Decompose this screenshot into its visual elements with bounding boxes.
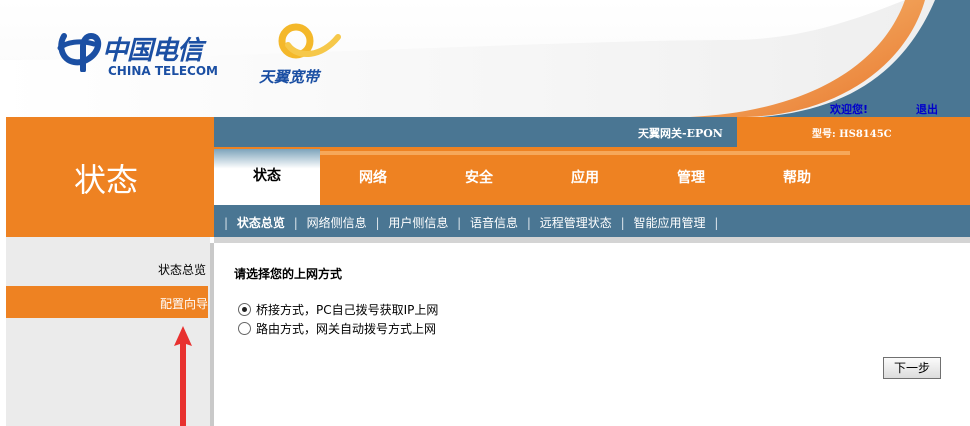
section-title-panel: 状态: [6, 117, 214, 237]
leftmenu-status-overview[interactable]: 状态总览: [158, 261, 206, 278]
model-box: 型号: HS8145C: [737, 117, 970, 147]
radio-bridge-mode[interactable]: [238, 303, 251, 316]
subnav-remote-mgmt-status[interactable]: 远程管理状态: [540, 216, 612, 230]
tab-security-label: 安全: [465, 170, 493, 186]
tab-help-label: 帮助: [783, 170, 811, 186]
welcome-text: 欢迎您!: [830, 103, 869, 116]
tianyi-logo-icon: [278, 23, 341, 59]
section-title: 状态: [74, 161, 139, 199]
brand-name-cn: 中国电信: [102, 36, 203, 66]
subnav-user-info[interactable]: 用户侧信息: [388, 216, 448, 230]
tab-application[interactable]: 应用: [532, 151, 638, 205]
tab-management[interactable]: 管理: [638, 151, 744, 205]
annotation-arrow-icon: [174, 326, 192, 426]
subnav-status-overview[interactable]: 状态总览: [237, 216, 285, 230]
option-route-label: 路由方式，网关自动拨号方式上网: [256, 322, 437, 336]
tab-help[interactable]: 帮助: [744, 151, 850, 205]
tab-network[interactable]: 网络: [320, 151, 426, 205]
brand-name-en: CHINA TELECOM: [108, 64, 218, 78]
content-panel: 请选择您的上网方式 桥接方式，PC自己拨号获取IP上网 路由方式，网关自动拨号方…: [214, 243, 970, 426]
content-title: 请选择您的上网方式: [234, 267, 343, 281]
header-banner: 中国电信 CHINA TELECOM 天翼宽带 欢迎您! 退出: [0, 0, 970, 117]
device-name: 天翼网关-EPON: [638, 127, 723, 140]
tab-status-label: 状态: [253, 168, 281, 184]
subnav-network-info[interactable]: 网络侧信息: [307, 216, 367, 230]
subnav-smart-app-mgmt[interactable]: 智能应用管理: [633, 216, 705, 230]
next-step-button[interactable]: 下一步: [883, 357, 941, 379]
option-bridge-label: 桥接方式，PC自己拨号获取IP上网: [256, 303, 439, 317]
main-nav: 状态 网络 安全 应用 管理 帮助: [214, 147, 970, 205]
china-telecom-logo-icon: [57, 32, 102, 72]
logout-link[interactable]: 退出: [916, 101, 938, 117]
tab-management-label: 管理: [677, 170, 705, 186]
product-brand-text: 天翼宽带: [259, 68, 320, 86]
tab-security[interactable]: 安全: [426, 151, 532, 205]
option-route-mode[interactable]: 路由方式，网关自动拨号方式上网: [238, 320, 436, 337]
tab-network-label: 网络: [359, 170, 387, 186]
subnav-voice-info[interactable]: 语音信息: [470, 216, 518, 230]
tab-application-label: 应用: [571, 170, 599, 186]
tab-status[interactable]: 状态: [214, 149, 320, 205]
leftmenu-config-wizard[interactable]: 配置向导: [6, 286, 208, 318]
radio-route-mode[interactable]: [238, 322, 251, 335]
device-info-bar: 天翼网关-EPON 型号: HS8145C: [214, 117, 970, 147]
option-bridge-mode[interactable]: 桥接方式，PC自己拨号获取IP上网: [238, 301, 438, 318]
leftmenu-config-wizard-label: 配置向导: [159, 297, 208, 311]
device-model: 型号: HS8145C: [812, 129, 892, 140]
sub-nav: | 状态总览 | 网络侧信息 | 用户侧信息 | 语音信息 | 远程管理状态 |…: [214, 205, 970, 237]
